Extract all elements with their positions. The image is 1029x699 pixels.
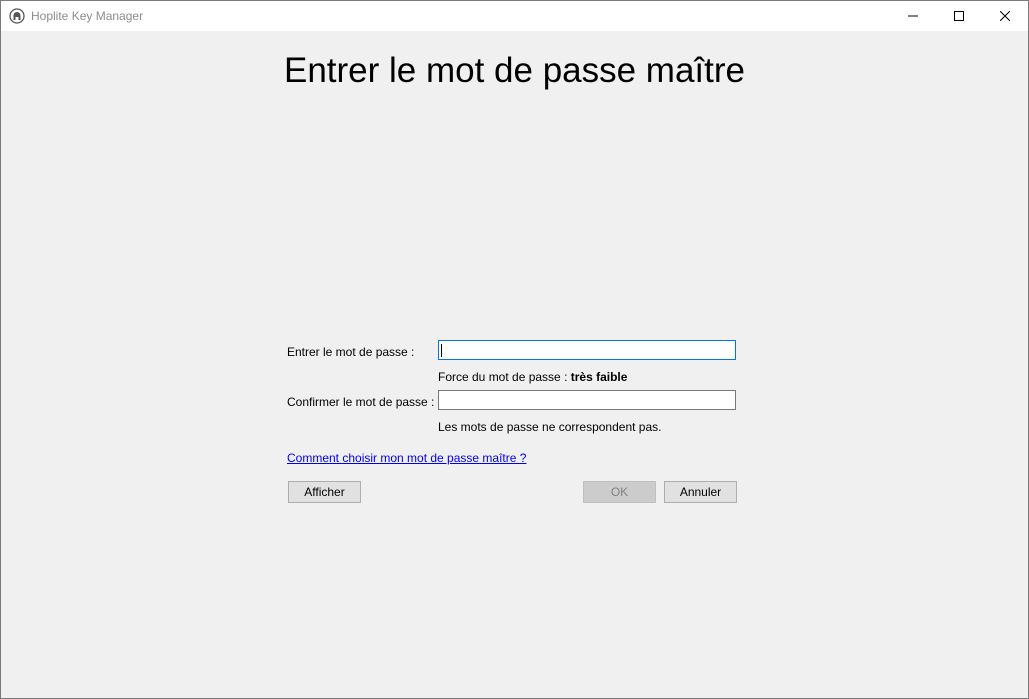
strength-prefix: Force du mot de passe : — [438, 370, 568, 384]
mismatch-message: Les mots de passe ne correspondent pas. — [438, 420, 662, 434]
help-link[interactable]: Comment choisir mon mot de passe maître … — [287, 451, 526, 465]
password-input[interactable] — [438, 340, 736, 360]
close-button[interactable] — [982, 1, 1028, 31]
close-icon — [1000, 11, 1010, 21]
app-window: Hoplite Key Manager Entrer le mot de pas… — [0, 0, 1029, 699]
ok-button[interactable]: OK — [583, 481, 656, 503]
text-caret — [441, 344, 442, 357]
strength-value: très faible — [570, 370, 628, 384]
hoplite-helmet-icon — [9, 8, 25, 24]
title-bar[interactable]: Hoplite Key Manager — [1, 1, 1028, 31]
page-title: Entrer le mot de passe maître — [283, 51, 746, 90]
confirm-password-label: Confirmer le mot de passe : — [287, 395, 435, 409]
password-label: Entrer le mot de passe : — [287, 345, 415, 359]
minimize-button[interactable] — [890, 1, 936, 31]
minimize-icon — [908, 15, 918, 17]
cancel-button[interactable]: Annuler — [664, 481, 737, 503]
password-strength: Force du mot de passe : très faible — [438, 370, 627, 384]
maximize-button[interactable] — [936, 1, 982, 31]
confirm-password-input[interactable] — [438, 390, 736, 410]
window-title: Hoplite Key Manager — [31, 9, 144, 23]
show-password-button[interactable]: Afficher — [288, 481, 361, 503]
maximize-icon — [954, 11, 964, 21]
